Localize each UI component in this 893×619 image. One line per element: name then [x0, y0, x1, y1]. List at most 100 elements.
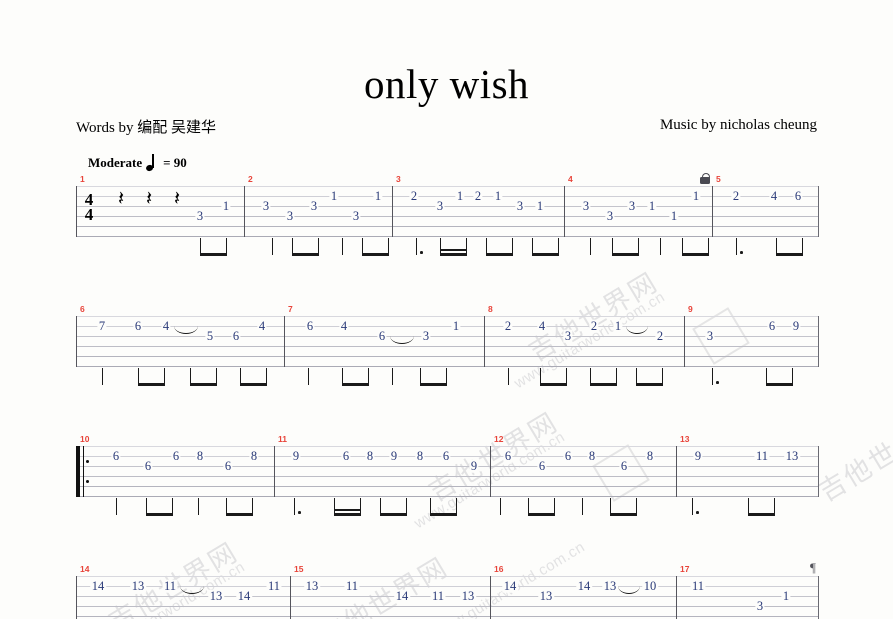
- tempo-marking: Moderate = 90: [88, 154, 187, 172]
- staff-line: [76, 366, 818, 367]
- staff-line: [76, 466, 818, 467]
- rhythm-beam: [200, 253, 228, 256]
- tab-fret-number: 13: [538, 588, 554, 603]
- tab-fret-number: 6: [341, 448, 351, 463]
- barline: [490, 576, 491, 619]
- staff-line: [76, 346, 818, 347]
- tab-fret-number: 9: [791, 318, 801, 333]
- tab-fret-number: 6: [793, 188, 803, 203]
- page-title: only wish: [363, 61, 530, 107]
- staff-line: [76, 486, 818, 487]
- quarter-rest: 𝄽: [118, 186, 125, 210]
- rhythm-beam: [748, 513, 776, 516]
- tab-fret-number: 8: [645, 448, 655, 463]
- rhythm-beam: [334, 513, 362, 516]
- time-signature-bottom: 4: [84, 205, 94, 224]
- rhythm-beam: [292, 253, 320, 256]
- barline: [676, 576, 677, 619]
- measure-number: 10: [80, 434, 90, 444]
- rhythm-beam: [776, 253, 804, 256]
- staff-line: [76, 186, 818, 187]
- rhythm-stem: [102, 368, 104, 385]
- rhythm-beam: [766, 383, 794, 386]
- tab-fret-number: 1: [493, 188, 503, 203]
- tab-fret-number: 14: [236, 588, 252, 603]
- tab-fret-number: 2: [731, 188, 741, 203]
- tab-fret-number: 4: [257, 318, 267, 333]
- tab-fret-number: 14: [90, 578, 106, 593]
- barline: [676, 446, 677, 497]
- tab-fret-number: 1: [781, 588, 791, 603]
- quarter-rest: 𝄽: [174, 186, 181, 210]
- staff-line: [76, 496, 818, 497]
- tab-fret-number: 8: [587, 448, 597, 463]
- tab-fret-number: 3: [705, 328, 715, 343]
- tab-fret-number: 3: [421, 328, 431, 343]
- slur-mark: [174, 326, 198, 334]
- slur-mark: [180, 586, 204, 594]
- rhythm-beam: [226, 513, 254, 516]
- tab-fret-number: 1: [669, 208, 679, 223]
- tab-staff: 676456476463182432129369: [76, 304, 820, 368]
- rhythm-beam: [440, 253, 468, 256]
- rhythm-dot: [740, 251, 743, 254]
- tab-fret-number: 13: [460, 588, 476, 603]
- measure-number: 15: [294, 564, 304, 574]
- measure-number: 14: [80, 564, 90, 574]
- staff-line: [76, 206, 818, 207]
- measure-number: 1: [80, 174, 85, 184]
- staff-line: [76, 226, 818, 227]
- lock-icon: [700, 173, 710, 184]
- system-end-barline: [818, 446, 820, 497]
- slur-mark: [626, 326, 648, 334]
- tab-staff: 1 4 4 𝄽 𝄽 𝄽 3 1 2 3 3 3 1 3 1 3 2 3 1 2 1 3 1 4 3 3 3 1 1 1 5 2 4 6: [76, 173, 820, 238]
- barline: [76, 186, 77, 237]
- tab-fret-number: 11: [690, 578, 706, 593]
- barline: [712, 186, 713, 237]
- tab-fret-number: 4: [161, 318, 171, 333]
- end-of-section-mark: ¶: [810, 560, 816, 575]
- rhythm-beam: [146, 513, 174, 516]
- tab-fret-number: 3: [309, 198, 319, 213]
- measure-number: 13: [680, 434, 690, 444]
- tab-fret-number: 2: [503, 318, 513, 333]
- rhythm-beam: [610, 513, 638, 516]
- tab-fret-number: 14: [576, 578, 592, 593]
- tempo-value: = 90: [163, 155, 187, 170]
- measure-number: 11: [278, 434, 287, 444]
- tab-fret-number: 11: [430, 588, 446, 603]
- time-signature: 44: [82, 191, 96, 224]
- rhythm-stem: [342, 238, 344, 255]
- tab-fret-number: 3: [605, 208, 615, 223]
- tab-fret-number: 4: [769, 188, 779, 203]
- rhythm-beam: [420, 383, 448, 386]
- tab-fret-number: 1: [329, 188, 339, 203]
- rhythm-notation-row: [76, 368, 818, 394]
- barline: [484, 316, 485, 367]
- staff-line: [76, 356, 818, 357]
- staff-line: [76, 446, 818, 447]
- tab-fret-number: 14: [502, 578, 518, 593]
- barline: [290, 576, 291, 619]
- staff-line: [76, 196, 818, 197]
- tab-system-2: 676456476463182432129369: [76, 304, 820, 394]
- rhythm-beam: [590, 383, 618, 386]
- rhythm-beam: [636, 383, 664, 386]
- rhythm-beam: [240, 383, 268, 386]
- staff-line: [76, 476, 818, 477]
- tab-fret-number: 6: [619, 458, 629, 473]
- tab-fret-number: 8: [195, 448, 205, 463]
- tab-fret-number: 3: [581, 198, 591, 213]
- tab-system-1: 1 4 4 𝄽 𝄽 𝄽 3 1 2 3 3 3 1 3 1 3 2 3 1 2 1 3 1 4 3 3 3 1 1 1 5 2 4 6: [76, 173, 820, 264]
- tab-staff: 10 6 6 6 8 6 8 11 9 6 8 9 8 6 9 12 6 6 6 8 6 8 13 9 11 13: [76, 434, 820, 498]
- tab-fret-number: 1: [221, 198, 231, 213]
- tab-fret-number: 13: [602, 578, 618, 593]
- staff-line: [76, 596, 818, 597]
- tab-fret-number: 13: [784, 448, 800, 463]
- rhythm-beam: [430, 513, 458, 516]
- sheet-music-page: only wish Words by 编配 吴建华 Music by nicho…: [0, 0, 893, 619]
- barline: [76, 316, 77, 367]
- tab-fret-number: 14: [394, 588, 410, 603]
- tab-fret-number: 6: [503, 448, 513, 463]
- barline: [564, 186, 565, 237]
